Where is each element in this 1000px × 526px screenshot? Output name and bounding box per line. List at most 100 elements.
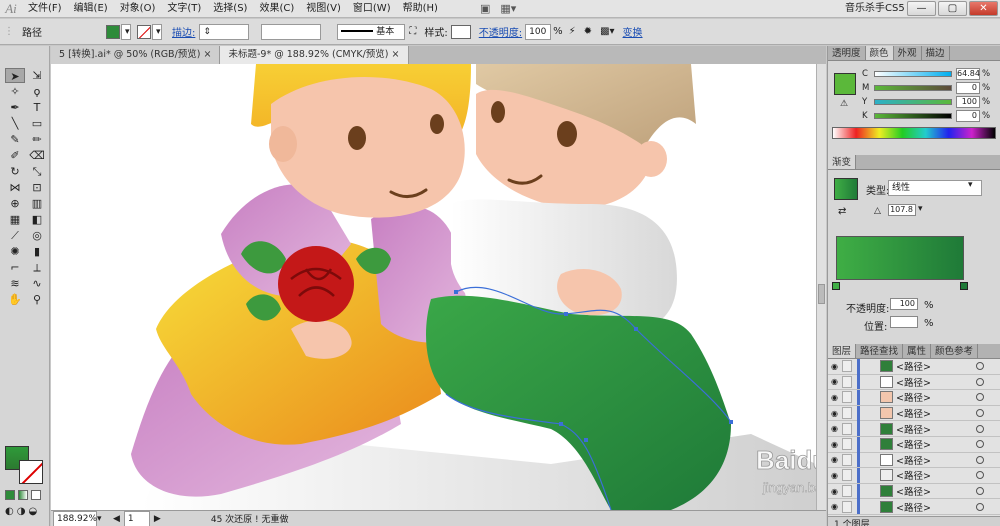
line-tool-icon[interactable]: ╲ xyxy=(5,116,25,131)
fill-color-swatch[interactable] xyxy=(106,24,120,39)
eye-icon[interactable]: ◉ xyxy=(828,409,841,418)
minimize-button[interactable]: — xyxy=(907,1,936,16)
tab-pathfinder[interactable]: 路径查找 xyxy=(856,344,904,358)
paintbrush-tool-icon[interactable]: ✎ xyxy=(5,132,25,147)
tab-document-untitled-9[interactable]: 未标题-9* @ 188.92% (CMYK/预览) × xyxy=(220,46,409,64)
layer-row[interactable]: ◉ <路径> xyxy=(828,436,1000,453)
channel-c-value[interactable]: 64.84 xyxy=(956,68,980,80)
pencil-tool-icon[interactable]: ✏ xyxy=(27,132,47,147)
eye-icon[interactable]: ◉ xyxy=(828,455,841,464)
target-icon[interactable] xyxy=(976,455,984,464)
zoom-dropdown-icon[interactable]: ▾ xyxy=(97,514,107,524)
target-icon[interactable] xyxy=(976,377,984,386)
mesh-tool-icon[interactable]: ▦ xyxy=(5,212,25,227)
graphic-style-swatch[interactable] xyxy=(450,24,471,39)
eye-icon[interactable]: ◉ xyxy=(828,424,841,433)
target-icon[interactable] xyxy=(976,440,984,449)
menu-view[interactable]: 视图(V) xyxy=(300,0,347,18)
maximize-button[interactable]: ▢ xyxy=(938,1,967,16)
next-artboard-icon[interactable]: ▶ xyxy=(154,514,161,524)
gradient-ramp[interactable] xyxy=(836,236,964,280)
stroke-weight-field[interactable]: ⇕ xyxy=(199,23,250,40)
transform-link[interactable]: 变换 xyxy=(623,24,643,39)
fill-stroke-widget[interactable] xyxy=(5,446,45,486)
lock-toggle[interactable] xyxy=(842,360,852,373)
anchor-point[interactable] xyxy=(454,290,458,294)
lock-toggle[interactable] xyxy=(842,422,852,435)
anchor-point[interactable] xyxy=(729,420,733,424)
tab-attributes[interactable]: 属性 xyxy=(903,344,932,358)
gradient-preview-swatch[interactable] xyxy=(834,178,858,200)
close-icon[interactable]: × xyxy=(392,49,400,60)
layer-row[interactable]: ◉ <路径> xyxy=(828,389,1000,406)
anchor-point[interactable] xyxy=(584,438,588,442)
stop-opacity-field[interactable]: 100 xyxy=(890,298,918,310)
variable-width-profile[interactable] xyxy=(261,23,322,40)
opacity-field[interactable]: 100 xyxy=(525,23,552,40)
menu-select[interactable]: 选择(S) xyxy=(207,0,253,18)
draw-inside-icon[interactable]: ◒ xyxy=(28,506,37,517)
type-tool-icon[interactable]: T xyxy=(27,100,47,115)
rectangle-tool-icon[interactable]: ▭ xyxy=(27,116,47,131)
blend-tool-icon[interactable]: ◎ xyxy=(27,228,47,243)
close-icon[interactable]: × xyxy=(204,49,212,60)
fill-dropdown[interactable]: ▾ xyxy=(121,23,131,40)
menu-object[interactable]: 对象(O) xyxy=(114,0,162,18)
artboard-canvas[interactable]: Baidu 经验 jingyan.baidu.com xyxy=(51,64,816,510)
channel-y-value[interactable]: 100 xyxy=(956,96,980,108)
angle-field[interactable]: 107.8 xyxy=(888,204,916,216)
twirl-tool-icon[interactable]: ∿ xyxy=(27,276,47,291)
eye-icon[interactable]: ◉ xyxy=(828,440,841,449)
anchor-point[interactable] xyxy=(634,327,638,331)
menu-help[interactable]: 帮助(H) xyxy=(397,0,444,18)
stroke-link[interactable]: 描边: xyxy=(172,24,195,39)
artboard-field[interactable]: 1 xyxy=(123,510,150,526)
color-spectrum-ramp[interactable] xyxy=(832,127,996,139)
layer-row[interactable]: ◉ <路径> xyxy=(828,499,1000,515)
menu-effect[interactable]: 效果(C) xyxy=(253,0,300,18)
target-icon[interactable] xyxy=(976,487,984,496)
recolor-icon[interactable]: ⚡ xyxy=(569,26,576,37)
eye-icon[interactable]: ◉ xyxy=(828,362,841,371)
lock-toggle[interactable] xyxy=(842,469,852,482)
tab-color-guide[interactable]: 颜色参考 xyxy=(931,344,979,358)
eye-icon[interactable]: ◉ xyxy=(828,487,841,496)
layer-row[interactable]: ◉ <路径> xyxy=(828,452,1000,469)
target-icon[interactable] xyxy=(976,362,984,371)
stroke-dropdown[interactable]: ▾ xyxy=(152,23,162,40)
layer-row[interactable]: ◉ <路径> xyxy=(828,421,1000,437)
none-mode-icon[interactable] xyxy=(31,490,41,500)
lock-toggle[interactable] xyxy=(842,375,852,388)
color-swatch[interactable] xyxy=(834,73,856,95)
tab-stroke[interactable]: 描边 xyxy=(922,46,950,60)
workspace-switcher[interactable]: 音乐杀手CS5 xyxy=(845,0,905,18)
shape-builder-tool-icon[interactable]: ⊕ xyxy=(5,196,25,211)
menu-window[interactable]: 窗口(W) xyxy=(347,0,397,18)
target-icon[interactable] xyxy=(976,502,984,511)
channel-c-slider[interactable] xyxy=(874,71,952,77)
scale-tool-icon[interactable]: ⤡ xyxy=(27,164,47,179)
stroke-swatch[interactable] xyxy=(19,460,43,484)
channel-k-value[interactable]: 0 xyxy=(956,110,980,122)
stroke-color-swatch[interactable] xyxy=(137,24,151,39)
magic-wand-tool-icon[interactable]: ✧ xyxy=(5,84,25,99)
brush-options-icon[interactable]: ⛶ xyxy=(409,26,416,37)
tab-document-5[interactable]: 5 [转换].ai* @ 50% (RGB/预览) × xyxy=(51,46,221,64)
eye-icon[interactable]: ◉ xyxy=(828,393,841,402)
gradient-mode-icon[interactable] xyxy=(18,490,28,500)
lock-toggle[interactable] xyxy=(842,407,852,420)
selection-tool-icon[interactable]: ➤ xyxy=(5,68,25,83)
slice-tool-icon[interactable]: ⟂ xyxy=(27,260,47,275)
draw-normal-icon[interactable]: ◐ xyxy=(5,506,14,517)
scrollbar-thumb[interactable] xyxy=(818,284,825,304)
eyedropper-tool-icon[interactable]: ⟋ xyxy=(5,228,25,243)
opacity-link[interactable]: 不透明度: xyxy=(479,24,522,39)
gear-icon[interactable]: ✹ xyxy=(584,26,592,37)
gradient-stop-end[interactable] xyxy=(960,282,968,290)
eye-icon[interactable]: ◉ xyxy=(828,502,841,511)
close-button[interactable]: ✕ xyxy=(969,1,998,16)
column-graph-tool-icon[interactable]: ▮ xyxy=(27,244,47,259)
tab-appearance[interactable]: 外观 xyxy=(894,46,922,60)
gradient-stop-start[interactable] xyxy=(832,282,840,290)
rotate-tool-icon[interactable]: ↻ xyxy=(5,164,25,179)
